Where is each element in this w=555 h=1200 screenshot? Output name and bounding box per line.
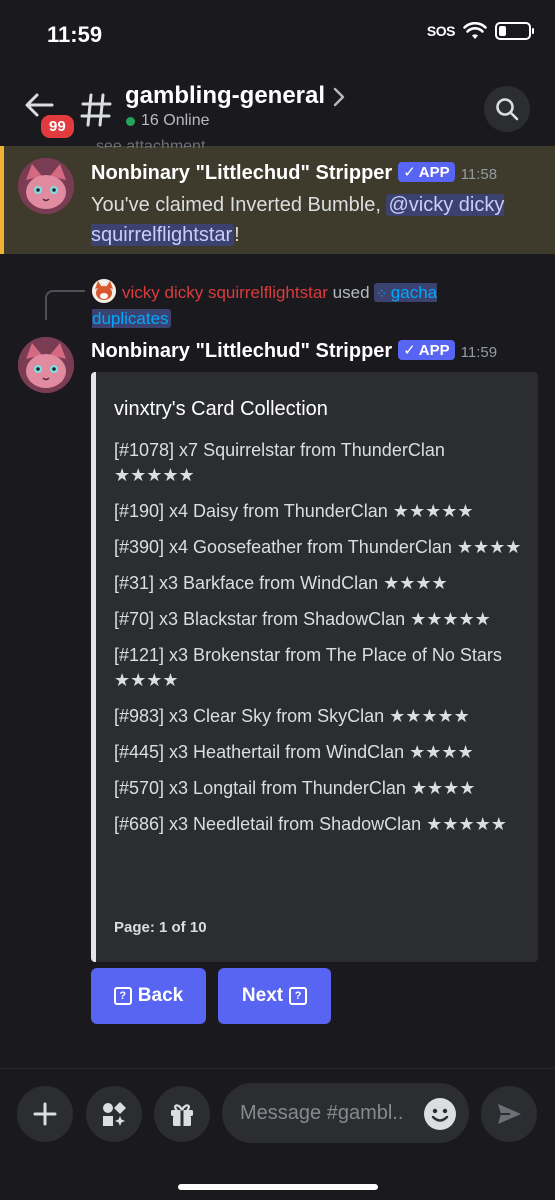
author-name[interactable]: Nonbinary "Littlechud" Stripper	[91, 162, 392, 184]
message-text-end: !	[234, 224, 240, 246]
send-button[interactable]	[481, 1086, 537, 1142]
unknown-emoji-icon: ?	[289, 987, 308, 1005]
app-tag: ✓ APP	[398, 162, 455, 182]
emoji-button[interactable]	[424, 1098, 456, 1130]
reply-used-text: used	[327, 283, 375, 302]
send-icon	[498, 1104, 521, 1124]
avatar[interactable]	[18, 337, 74, 393]
channel-title[interactable]: gambling-general	[125, 82, 325, 110]
battery-icon	[495, 22, 534, 40]
avatar[interactable]	[18, 158, 74, 214]
card-entry: [#70] x3 Blackstar from ShadowClan ★★★★★	[114, 609, 491, 629]
card-collection-embed: vinxtry's Card Collection [#1078] x7 Squ…	[91, 372, 538, 962]
message-highlighted[interactable]: see attachment Nonbinary "Littlechud" St…	[0, 138, 555, 254]
online-count: 16 Online	[126, 112, 210, 130]
embed-card-list: [#1078] x7 Squirrelstar from ThunderClan…	[114, 438, 524, 848]
online-label: 16 Online	[141, 112, 210, 129]
unknown-emoji-icon: ?	[113, 987, 132, 1005]
reply-avatar	[92, 279, 116, 303]
emoji-icon	[425, 1099, 455, 1129]
app-tag-label: APP	[418, 341, 450, 359]
command-icon: ⁘	[376, 286, 391, 301]
apps-icon	[103, 1102, 126, 1126]
card-entry: [#686] x3 Needletail from ShadowClan ★★★…	[114, 814, 507, 834]
gift-icon	[171, 1104, 193, 1126]
card-entry: [#445] x3 Heathertail from WindClan ★★★★	[114, 742, 474, 762]
card-entry: [#983] x3 Clear Sky from SkyClan ★★★★★	[114, 706, 470, 726]
embed-page-indicator: Page: 1 of 10	[114, 919, 207, 936]
timestamp: 11:58	[460, 166, 498, 183]
next-page-label: Next	[241, 985, 284, 1006]
card-entry: [#570] x3 Longtail from ThunderClan ★★★★	[114, 778, 476, 798]
back-page-button[interactable]: ? Back	[91, 968, 206, 1024]
back-page-label: Back	[137, 985, 184, 1006]
message-header: Nonbinary "Littlechud" Stripper ✓ APP 11:59	[91, 340, 551, 363]
command-reply-reference[interactable]: vicky dicky squirrelflightstar used ⁘ ga…	[92, 279, 512, 331]
search-icon	[496, 98, 519, 121]
fox-avatar-icon	[92, 279, 116, 303]
check-icon: ✓	[403, 342, 416, 359]
status-bar: 11:59 SOS	[0, 0, 555, 70]
reply-connector	[45, 290, 85, 320]
message-header: Nonbinary "Littlechud" Stripper ✓ APP 11:58	[91, 162, 551, 185]
search-button[interactable]	[484, 86, 530, 132]
gift-button[interactable]	[154, 1086, 210, 1142]
timestamp: 11:59	[460, 344, 498, 361]
check-icon: ✓	[403, 164, 416, 181]
online-dot-icon	[126, 116, 135, 126]
hash-icon	[80, 93, 112, 127]
reply-username[interactable]: vicky dicky squirrelflightstar	[122, 283, 328, 302]
embed-title: vinxtry's Card Collection	[114, 398, 328, 420]
home-indicator	[178, 1184, 378, 1190]
plus-icon	[33, 1102, 57, 1126]
app-tag: ✓ APP	[398, 340, 455, 360]
next-page-button[interactable]: Next ?	[218, 968, 331, 1024]
cat-avatar-icon	[18, 337, 74, 393]
message-composer-bar	[0, 1068, 555, 1200]
card-entry: [#390] x4 Goosefeather from ThunderClan …	[114, 537, 522, 557]
message-text: You've claimed Inverted Bumble,	[91, 194, 387, 216]
wifi-icon	[463, 22, 487, 39]
previous-message-fragment: see attachment	[96, 138, 206, 148]
sos-label: SOS	[426, 23, 456, 39]
unread-badge: 99	[38, 112, 77, 141]
cat-avatar-icon	[18, 158, 74, 214]
status-time: 11:59	[47, 22, 103, 47]
chevron-right-icon[interactable]	[332, 86, 346, 108]
card-entry: [#121] x3 Brokenstar from The Place of N…	[114, 645, 502, 690]
status-icons: SOS	[426, 22, 534, 40]
card-entry: [#190] x4 Daisy from ThunderClan ★★★★★	[114, 501, 474, 521]
apps-button[interactable]	[86, 1086, 142, 1142]
author-name[interactable]: Nonbinary "Littlechud" Stripper	[91, 340, 392, 362]
message-content: You've claimed Inverted Bumble, @vicky d…	[91, 190, 551, 250]
attach-button[interactable]	[17, 1086, 73, 1142]
app-tag-label: APP	[418, 163, 450, 181]
card-entry: [#1078] x7 Squirrelstar from ThunderClan…	[114, 440, 445, 485]
card-entry: [#31] x3 Barkface from WindClan ★★★★	[114, 573, 448, 593]
channel-header: 99 gambling-general 16 Online	[0, 70, 555, 146]
